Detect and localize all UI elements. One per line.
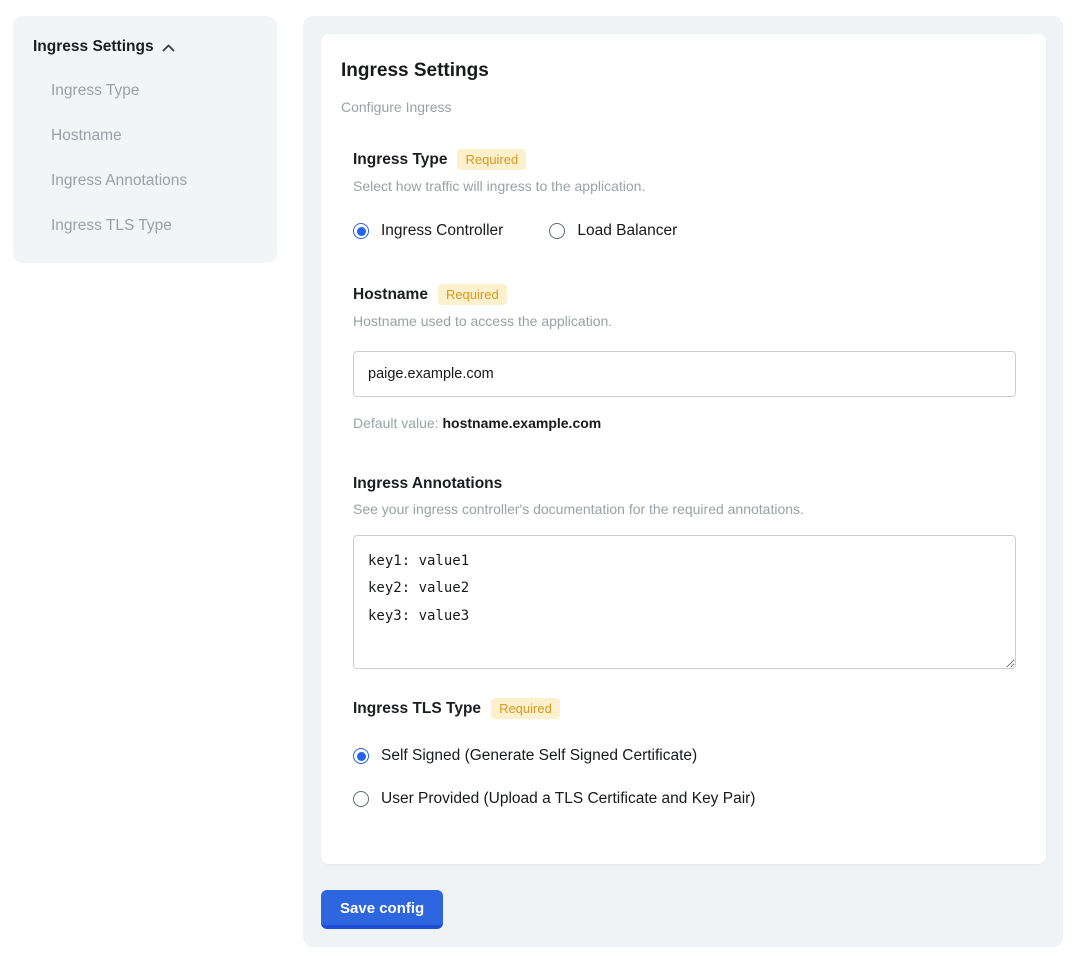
required-badge: Required bbox=[491, 698, 560, 719]
radio-label: Self Signed (Generate Self Signed Certif… bbox=[381, 747, 697, 765]
save-config-button[interactable]: Save config bbox=[321, 890, 443, 929]
chevron-up-icon bbox=[162, 44, 175, 52]
radio-icon bbox=[353, 223, 369, 239]
required-badge: Required bbox=[457, 149, 526, 170]
section-ingress-type: Ingress Type Required Select how traffic… bbox=[353, 149, 1016, 240]
annotations-title: Ingress Annotations bbox=[353, 475, 502, 493]
hostname-default-value: Default value: hostname.example.com bbox=[353, 415, 1016, 431]
hostname-title: Hostname bbox=[353, 286, 428, 304]
sidebar-item-ingress-tls-type[interactable]: Ingress TLS Type bbox=[51, 217, 257, 235]
sidebar-item-ingress-type[interactable]: Ingress Type bbox=[51, 82, 257, 100]
radio-label: User Provided (Upload a TLS Certificate … bbox=[381, 790, 755, 808]
page-title: Ingress Settings bbox=[341, 60, 1016, 82]
hostname-input[interactable] bbox=[353, 351, 1016, 397]
radio-user-provided[interactable]: User Provided (Upload a TLS Certificate … bbox=[353, 790, 1016, 808]
sidebar-item-ingress-annotations[interactable]: Ingress Annotations bbox=[51, 172, 257, 190]
sidebar-item-list: Ingress Type Hostname Ingress Annotation… bbox=[51, 82, 257, 235]
ingress-type-description: Select how traffic will ingress to the a… bbox=[353, 178, 1016, 194]
radio-load-balancer[interactable]: Load Balancer bbox=[549, 222, 677, 240]
required-badge: Required bbox=[438, 284, 507, 305]
radio-self-signed[interactable]: Self Signed (Generate Self Signed Certif… bbox=[353, 747, 1016, 765]
section-hostname: Hostname Required Hostname used to acces… bbox=[353, 284, 1016, 431]
radio-icon bbox=[353, 791, 369, 807]
radio-icon bbox=[549, 223, 565, 239]
radio-label: Load Balancer bbox=[577, 222, 677, 240]
section-ingress-annotations: Ingress Annotations See your ingress con… bbox=[353, 475, 1016, 674]
main-panel: Ingress Settings Configure Ingress Ingre… bbox=[303, 16, 1063, 947]
radio-label: Ingress Controller bbox=[381, 222, 503, 240]
ingress-settings-card: Ingress Settings Configure Ingress Ingre… bbox=[321, 34, 1046, 864]
sidebar-item-hostname[interactable]: Hostname bbox=[51, 127, 257, 145]
radio-icon bbox=[353, 748, 369, 764]
section-ingress-tls-type: Ingress TLS Type Required Self Signed (G… bbox=[353, 698, 1016, 808]
settings-sidebar: Ingress Settings Ingress Type Hostname I… bbox=[13, 16, 277, 263]
page-subtitle: Configure Ingress bbox=[341, 99, 1016, 115]
ingress-type-title: Ingress Type bbox=[353, 151, 447, 169]
hostname-description: Hostname used to access the application. bbox=[353, 313, 1016, 329]
hostname-default-value-text: hostname.example.com bbox=[443, 415, 602, 431]
sidebar-section-label: Ingress Settings bbox=[33, 38, 154, 56]
annotations-textarea[interactable]: key1: value1 key2: value2 key3: value3 bbox=[353, 535, 1016, 669]
sidebar-section-ingress-settings[interactable]: Ingress Settings bbox=[33, 38, 257, 56]
radio-ingress-controller[interactable]: Ingress Controller bbox=[353, 222, 503, 240]
tls-type-title: Ingress TLS Type bbox=[353, 700, 481, 718]
annotations-description: See your ingress controller's documentat… bbox=[353, 501, 1016, 517]
